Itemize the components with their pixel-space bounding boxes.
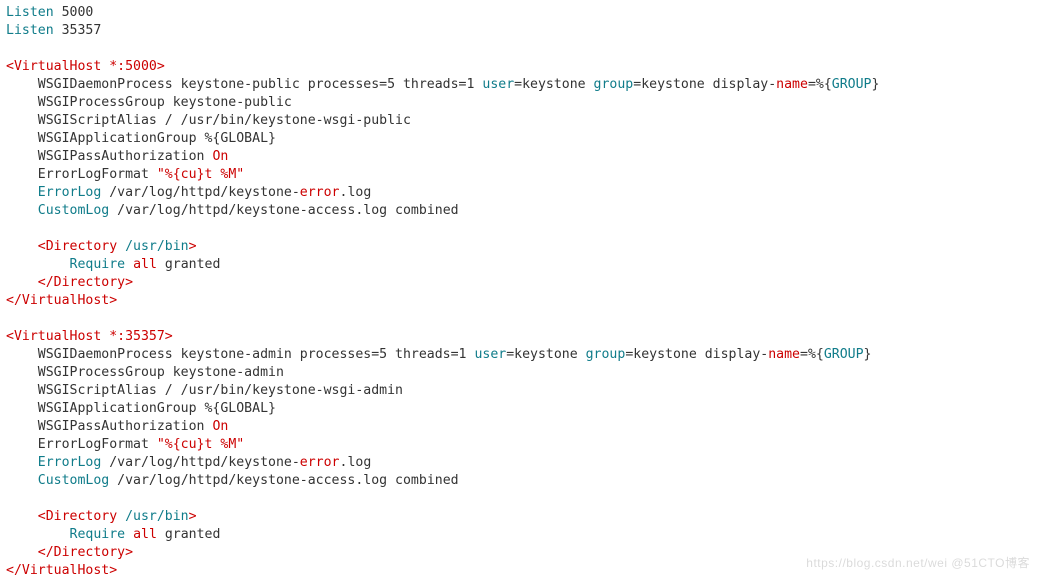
token-plain: WSGIProcessGroup keystone-admin [6, 365, 284, 380]
token-red: <VirtualHost *:5000> [6, 59, 165, 74]
token-plain: WSGIScriptAlias / /usr/bin/keystone-wsgi… [6, 113, 411, 128]
token-kw: Require [70, 257, 126, 272]
token-kw: Require [70, 527, 126, 542]
token-plain: /var/log/httpd/keystone- [101, 455, 300, 470]
token-grp: GROUP [824, 347, 864, 362]
token-kw: CustomLog [38, 203, 109, 218]
token-plain: /var/log/httpd/keystone-access.log combi… [109, 473, 458, 488]
token-kw: Listen [6, 23, 54, 38]
token-kw: group [594, 77, 634, 92]
token-red: > [189, 509, 197, 524]
token-plain: WSGIProcessGroup keystone-public [6, 95, 292, 110]
token-red: <Directory [38, 509, 125, 524]
token-red: name [776, 77, 808, 92]
token-plain: 35357 [54, 23, 102, 38]
token-plain: ErrorLogFormat [6, 437, 157, 452]
token-plain [6, 509, 38, 524]
token-plain: ErrorLogFormat [6, 167, 157, 182]
token-plain [6, 455, 38, 470]
token-kw: ErrorLog [38, 185, 102, 200]
token-red: </VirtualHost> [6, 563, 117, 577]
token-plain: /var/log/httpd/keystone- [101, 185, 300, 200]
token-kw: user [474, 347, 506, 362]
token-plain: =keystone display- [633, 77, 776, 92]
token-plain [6, 239, 38, 254]
token-kw: /usr/bin [125, 509, 189, 524]
token-red: <Directory [38, 239, 125, 254]
token-plain [6, 527, 70, 542]
token-plain: WSGIPassAuthorization [6, 419, 212, 434]
apache-config-code-block: Listen 5000 Listen 35357 <VirtualHost *:… [0, 0, 1040, 577]
token-plain: =keystone [506, 347, 585, 362]
token-red: <VirtualHost *:35357> [6, 329, 173, 344]
token-plain: } [864, 347, 872, 362]
token-plain [6, 545, 38, 560]
token-kw: CustomLog [38, 473, 109, 488]
token-kw: Listen [6, 5, 54, 20]
token-red: name [768, 347, 800, 362]
token-plain: .log [340, 185, 372, 200]
token-kw: ErrorLog [38, 455, 102, 470]
token-plain: =keystone [514, 77, 593, 92]
token-plain [6, 203, 38, 218]
token-plain: .log [340, 455, 372, 470]
token-red: "%{cu}t %M" [157, 167, 244, 182]
token-plain: WSGIScriptAlias / /usr/bin/keystone-wsgi… [6, 383, 403, 398]
token-plain: WSGIDaemonProcess keystone-admin process… [6, 347, 474, 362]
token-plain: WSGIDaemonProcess keystone-public proces… [6, 77, 482, 92]
token-red: > [189, 239, 197, 254]
token-plain [125, 527, 133, 542]
token-red: "%{cu}t %M" [157, 437, 244, 452]
token-plain: =%{ [808, 77, 832, 92]
token-grp: GROUP [832, 77, 872, 92]
token-kw: group [586, 347, 626, 362]
token-red: error [300, 455, 340, 470]
token-red: On [212, 419, 228, 434]
token-plain [6, 473, 38, 488]
token-plain: WSGIPassAuthorization [6, 149, 212, 164]
token-plain [6, 185, 38, 200]
token-plain [6, 275, 38, 290]
token-plain: WSGIApplicationGroup %{GLOBAL} [6, 131, 276, 146]
token-red: error [300, 185, 340, 200]
token-plain: =keystone display- [625, 347, 768, 362]
token-red: </Directory> [38, 275, 133, 290]
token-plain: /var/log/httpd/keystone-access.log combi… [109, 203, 458, 218]
token-kw: user [482, 77, 514, 92]
token-red: </VirtualHost> [6, 293, 117, 308]
token-plain: WSGIApplicationGroup %{GLOBAL} [6, 401, 276, 416]
token-red: all [133, 257, 157, 272]
token-plain: granted [157, 527, 221, 542]
token-plain: =%{ [800, 347, 824, 362]
token-red: all [133, 527, 157, 542]
token-kw: /usr/bin [125, 239, 189, 254]
token-plain: } [871, 77, 879, 92]
token-plain: granted [157, 257, 221, 272]
token-plain: 5000 [54, 5, 94, 20]
token-red: On [212, 149, 228, 164]
token-plain [125, 257, 133, 272]
token-red: </Directory> [38, 545, 133, 560]
token-plain [6, 257, 70, 272]
